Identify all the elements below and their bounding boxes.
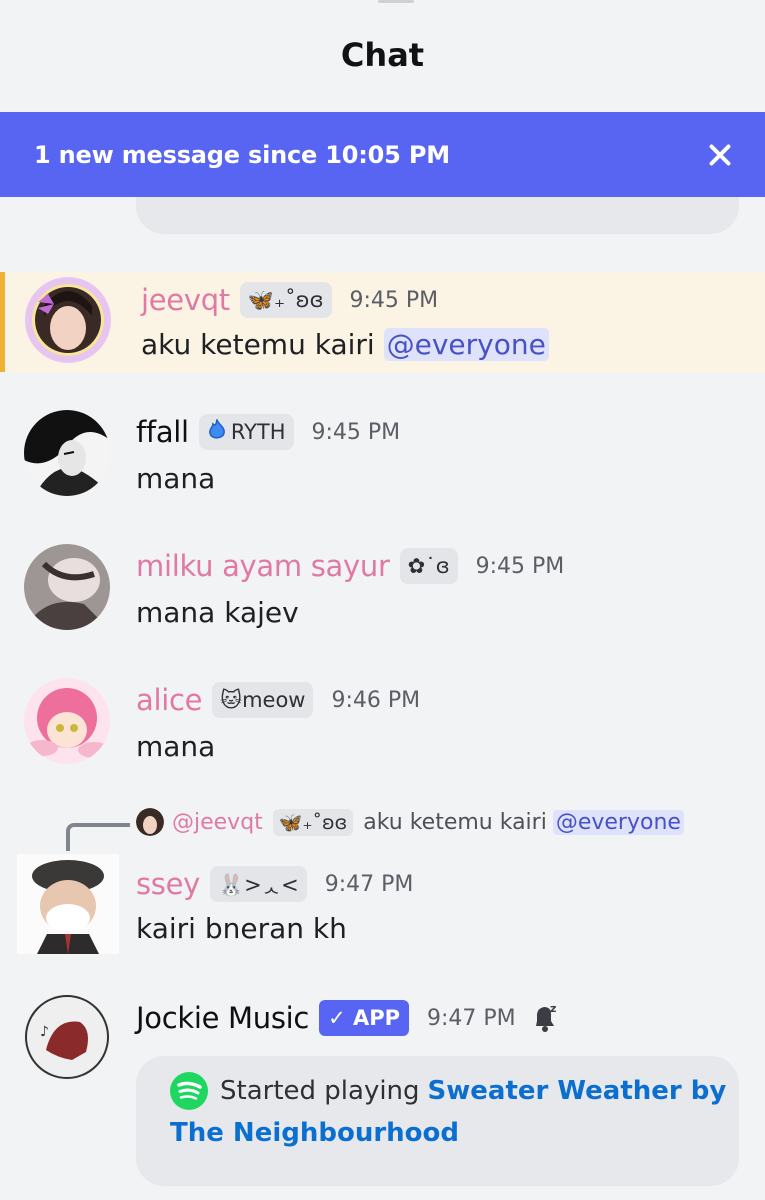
avatar[interactable]	[24, 276, 112, 364]
server-tag[interactable]: 🐰>ᆺ<	[210, 866, 307, 902]
reply-avatar	[136, 808, 164, 836]
new-message-banner[interactable]: 1 new message since 10:05 PM	[0, 112, 765, 197]
tag-label: 🐰>ᆺ<	[218, 873, 299, 897]
message-text: mana kajev	[136, 596, 299, 629]
flame-icon	[207, 416, 227, 446]
username[interactable]: Jockie Music	[136, 1001, 309, 1035]
new-message-text[interactable]: 1 new message since 10:05 PM	[34, 141, 705, 169]
name-line: milku ayam sayur ✿˙ɞ 9:45 PM	[136, 548, 564, 584]
timestamp: 9:47 PM	[427, 1005, 516, 1031]
message-ffall[interactable]: ffall RYTH 9:45 PM mana	[0, 400, 765, 510]
server-tag[interactable]: 🐱meow	[212, 682, 314, 718]
embed-prefix: Started playing	[220, 1076, 420, 1106]
message-alice[interactable]: alice 🐱meow 9:46 PM mana	[0, 668, 765, 778]
mention[interactable]: @everyone	[383, 328, 549, 361]
reply-text: aku ketemu kairi	[363, 809, 547, 835]
song-link-continued[interactable]: The Neighbourhood	[170, 1118, 709, 1148]
username[interactable]: ssey	[136, 867, 200, 901]
username[interactable]: jeevqt	[141, 283, 230, 317]
server-tag[interactable]: ✿˙ɞ	[399, 548, 458, 584]
svg-text:z: z	[550, 1002, 556, 1015]
tag-label: 🐱meow	[220, 688, 306, 712]
timestamp: 9:47 PM	[324, 871, 414, 897]
server-tag[interactable]: RYTH	[198, 414, 294, 450]
name-line: jeevqt 🦋₊˚ʚɞ 9:45 PM	[141, 282, 438, 318]
name-line: ffall RYTH 9:45 PM	[136, 414, 400, 450]
reply-mention[interactable]: @everyone	[552, 809, 684, 835]
song-link[interactable]: Sweater Weather by	[428, 1076, 727, 1106]
message-text: mana	[136, 730, 216, 763]
bell-snooze-icon[interactable]: z	[530, 1002, 560, 1034]
spotify-icon	[170, 1072, 208, 1110]
tag-label: RYTH	[230, 420, 286, 444]
timestamp: 9:45 PM	[311, 419, 401, 445]
username[interactable]: milku ayam sayur	[136, 549, 390, 583]
svg-text:♪: ♪	[40, 1024, 49, 1040]
tag-label: ✿˙ɞ	[407, 554, 450, 578]
username[interactable]: alice	[136, 683, 202, 717]
chat-sheet: Chat 1 new message since 10:05 PM jeevqt…	[0, 0, 765, 1200]
name-line: Jockie Music ✓ APP 9:47 PM z	[136, 1000, 560, 1036]
app-badge: ✓ APP	[319, 1000, 410, 1036]
now-playing-embed: Started playing Sweater Weather by The N…	[136, 1056, 739, 1186]
embed-line: Started playing Sweater Weather by	[170, 1072, 726, 1110]
name-line: alice 🐱meow 9:46 PM	[136, 682, 420, 718]
message-body: aku ketemu kairi	[141, 328, 384, 361]
chat-header: Chat	[0, 0, 765, 108]
server-tag[interactable]: 🦋₊˚ʚɞ	[239, 282, 332, 318]
name-line: ssey 🐰>ᆺ< 9:47 PM	[136, 866, 413, 902]
avatar[interactable]	[17, 854, 119, 954]
message-text: aku ketemu kairi @everyone	[141, 328, 549, 361]
reply-tag: 🦋₊˚ʚɞ	[272, 808, 354, 836]
username[interactable]: ffall	[136, 415, 189, 449]
reply-username[interactable]: @jeevqt	[172, 810, 263, 835]
message-text: mana	[136, 462, 216, 495]
tag-label: 🦋₊˚ʚɞ	[247, 287, 324, 312]
page-title: Chat	[340, 36, 425, 74]
message-ssey[interactable]: ssey 🐰>ᆺ< 9:47 PM kairi bneran kh	[0, 846, 765, 966]
timestamp: 9:46 PM	[331, 687, 421, 713]
avatar[interactable]	[24, 410, 110, 496]
message-milku[interactable]: milku ayam sayur ✿˙ɞ 9:45 PM mana kajev	[0, 534, 765, 644]
message-jeevqt[interactable]: jeevqt 🦋₊˚ʚɞ 9:45 PM aku ketemu kairi @e…	[0, 272, 765, 372]
reply-reference[interactable]: @jeevqt 🦋₊˚ʚɞ aku ketemu kairi @everyone	[136, 808, 684, 836]
avatar[interactable]	[24, 544, 110, 630]
close-icon[interactable]	[705, 140, 735, 170]
message-text: kairi bneran kh	[136, 912, 347, 945]
avatar[interactable]	[24, 678, 110, 764]
timestamp: 9:45 PM	[349, 287, 439, 313]
timestamp: 9:45 PM	[475, 553, 565, 579]
avatar[interactable]: ♪	[24, 994, 110, 1080]
